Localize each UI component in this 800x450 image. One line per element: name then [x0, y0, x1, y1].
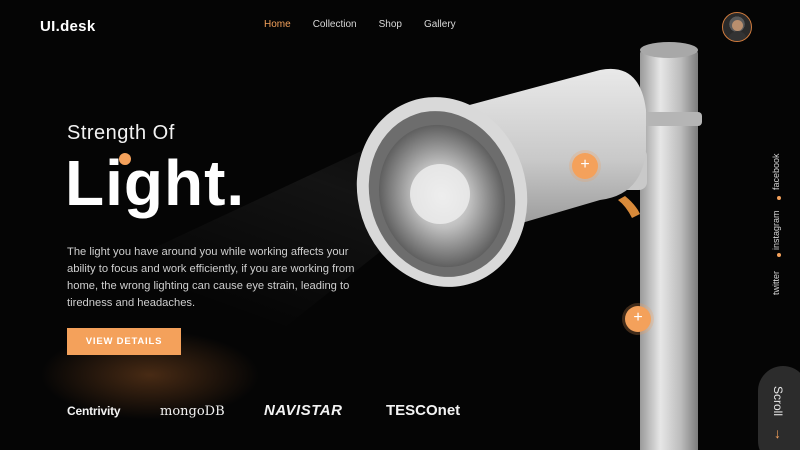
main-nav: Home Collection Shop Gallery	[264, 19, 456, 30]
facebook-link[interactable]: facebook	[771, 153, 781, 190]
lamp-hinge-accent	[618, 196, 640, 218]
logo[interactable]: UI.desk	[40, 18, 95, 35]
lamp-pole	[640, 48, 698, 450]
nav-home[interactable]: Home	[264, 19, 291, 30]
twitter-link[interactable]: twitter	[771, 271, 781, 295]
social-separator-dot	[777, 253, 781, 257]
brand-mongodb: mongoDB	[160, 404, 225, 419]
hero-title: Light.	[65, 147, 246, 219]
brand-tesconet: TESCOnet	[386, 402, 461, 419]
hero-subtitle: Strength Of	[67, 122, 175, 144]
social-links: facebook instagram twitter	[771, 150, 793, 300]
title-accent-dot	[119, 153, 131, 165]
lamp-pole-top	[640, 42, 698, 58]
lamp-joint	[595, 148, 647, 190]
arrow-down-icon: ↓	[774, 425, 781, 441]
instagram-link[interactable]: instagram	[771, 210, 781, 250]
scroll-label: Scroll	[771, 386, 785, 417]
avatar[interactable]	[722, 12, 752, 42]
hotspot-lamp-head[interactable]: +	[572, 153, 598, 179]
lamp-head	[395, 68, 646, 250]
brand-navistar: NAVISTAR	[264, 402, 343, 419]
brand-centrivity: Centrivity	[67, 404, 121, 418]
hero-description: The light you have around you while work…	[67, 246, 355, 309]
avatar-face	[732, 20, 743, 31]
view-details-button[interactable]: VIEW DETAILS	[67, 328, 181, 355]
hotspot-lamp-pole[interactable]: +	[625, 306, 651, 332]
avatar-body	[728, 31, 747, 41]
nav-gallery[interactable]: Gallery	[424, 19, 456, 30]
nav-shop[interactable]: Shop	[379, 19, 402, 30]
nav-collection[interactable]: Collection	[313, 19, 357, 30]
social-separator-dot	[777, 196, 781, 200]
lamp-lens	[378, 124, 506, 268]
lamp-bulb	[410, 164, 470, 224]
lamp-collar	[636, 112, 702, 126]
